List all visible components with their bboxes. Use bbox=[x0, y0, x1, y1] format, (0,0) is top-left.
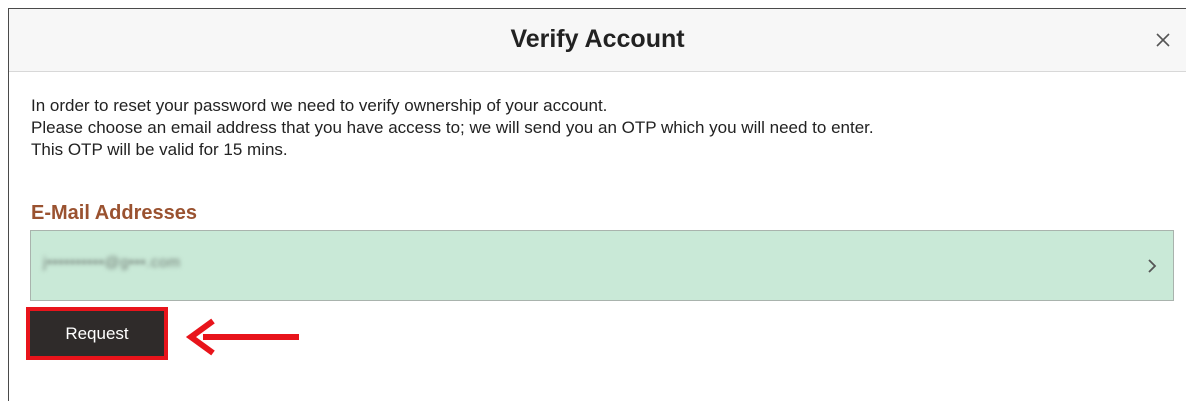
email-section-heading: E-Mail Addresses bbox=[31, 202, 197, 224]
dialog-title: Verify Account bbox=[510, 25, 685, 53]
instruction-line: In order to reset your password we need … bbox=[31, 96, 608, 115]
arrow-left-icon bbox=[183, 318, 301, 356]
verify-account-dialog: Verify Account In order to reset your pa… bbox=[8, 8, 1186, 401]
request-button[interactable]: Request bbox=[30, 311, 164, 356]
dialog-header: Verify Account bbox=[9, 9, 1186, 72]
instruction-line: Please choose an email address that you … bbox=[31, 118, 874, 137]
chevron-right-icon bbox=[1145, 256, 1159, 276]
close-icon[interactable] bbox=[1150, 27, 1176, 53]
email-address-row[interactable]: j••••••••••@g•••.com bbox=[30, 230, 1174, 301]
instructions-text: In order to reset your password we need … bbox=[31, 95, 874, 161]
instruction-line: This OTP will be valid for 15 mins. bbox=[31, 140, 288, 159]
email-address-value: j••••••••••@g•••.com bbox=[43, 254, 181, 271]
